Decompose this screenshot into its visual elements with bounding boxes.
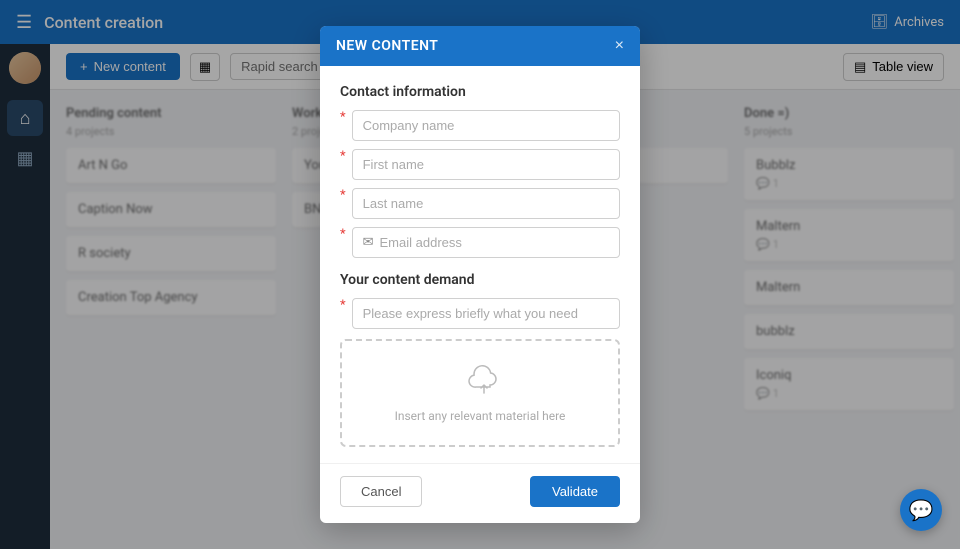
modal-body: Contact information * * * * ✉	[320, 66, 640, 463]
first-name-input[interactable]	[352, 149, 620, 180]
modal-footer: Cancel Validate	[320, 463, 640, 523]
demand-field-row: *	[340, 298, 620, 329]
email-input[interactable]	[380, 228, 609, 257]
modal-close-button[interactable]: ×	[615, 38, 624, 54]
email-field-wrapper: ✉	[352, 227, 620, 258]
email-field-row: * ✉	[340, 227, 620, 258]
modal-header: NEW CONTENT ×	[320, 26, 640, 66]
demand-section-title: Your content demand	[340, 272, 620, 288]
cancel-button[interactable]: Cancel	[340, 476, 422, 507]
new-content-modal: NEW CONTENT × Contact information * * *	[320, 26, 640, 523]
demand-section: Your content demand * Insert any relevan…	[340, 272, 620, 447]
required-star: *	[340, 227, 346, 242]
required-star: *	[340, 149, 346, 164]
validate-button[interactable]: Validate	[530, 476, 620, 507]
chat-bubble-button[interactable]: 💬	[900, 489, 942, 531]
contact-section-title: Contact information	[340, 84, 620, 100]
chat-icon: 💬	[909, 498, 934, 522]
last-name-field-row: *	[340, 188, 620, 219]
last-name-input[interactable]	[352, 188, 620, 219]
upload-label: Insert any relevant material here	[395, 409, 566, 423]
upload-area[interactable]: Insert any relevant material here	[340, 339, 620, 447]
upload-icon	[460, 363, 500, 403]
required-star: *	[340, 110, 346, 125]
required-star: *	[340, 188, 346, 203]
modal-overlay: NEW CONTENT × Contact information * * *	[0, 0, 960, 549]
modal-title: NEW CONTENT	[336, 38, 438, 54]
company-name-input[interactable]	[352, 110, 620, 141]
first-name-field-row: *	[340, 149, 620, 180]
required-star: *	[340, 298, 346, 313]
demand-input[interactable]	[352, 298, 620, 329]
company-field-row: *	[340, 110, 620, 141]
email-icon: ✉	[363, 235, 374, 250]
